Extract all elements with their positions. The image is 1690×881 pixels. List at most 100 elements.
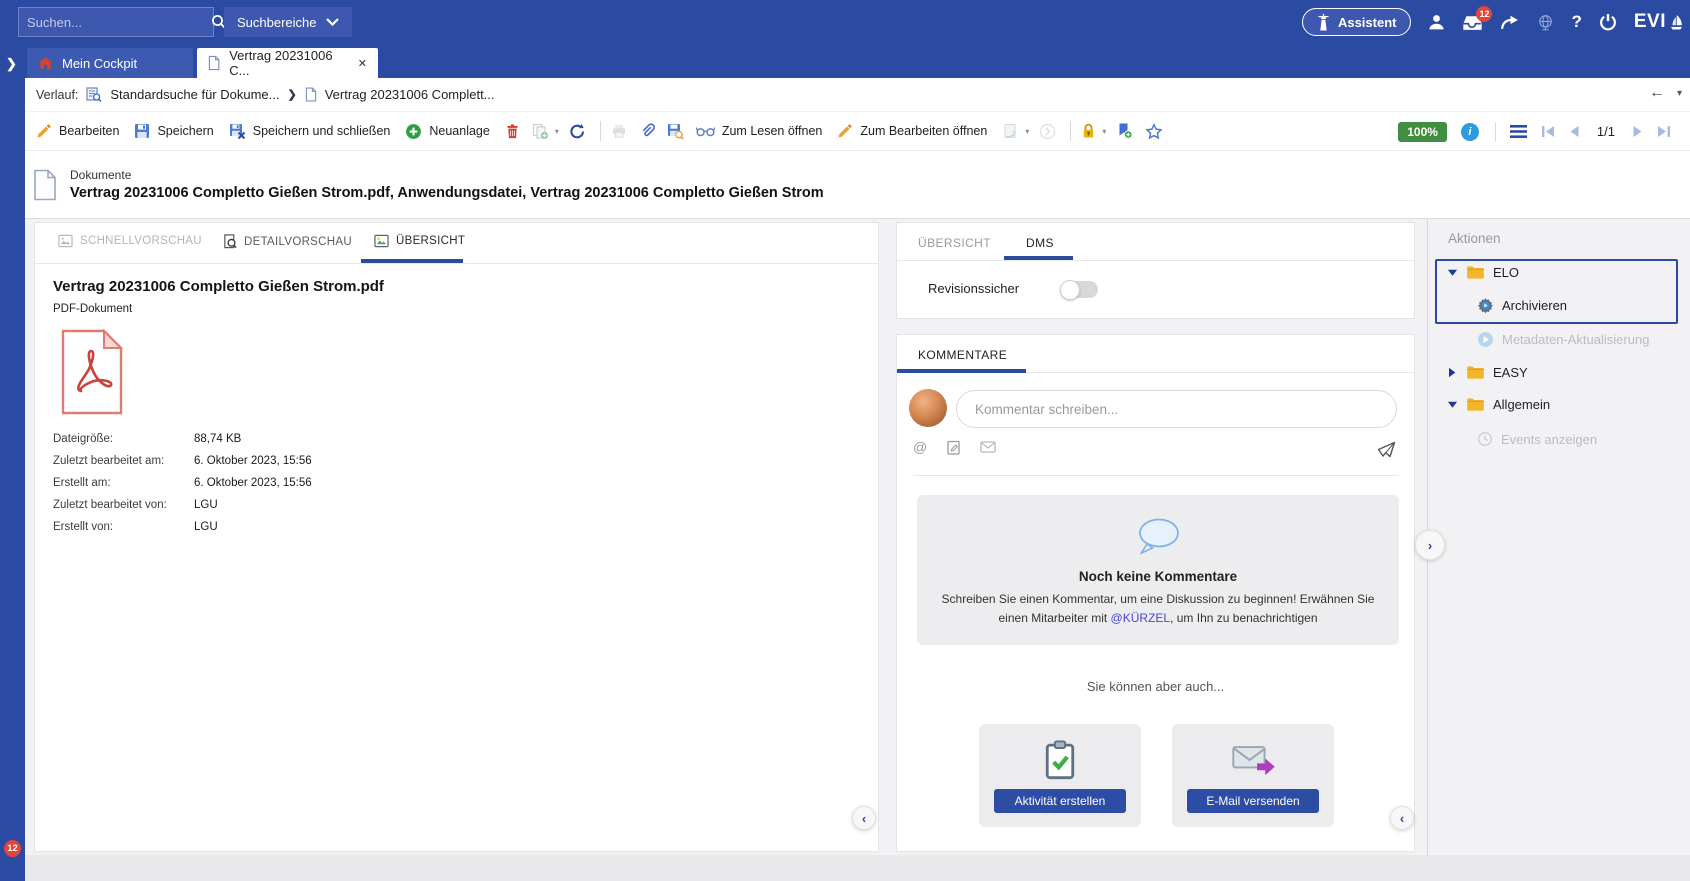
- file-metadata: Dateigröße:88,74 KB Zuletzt bearbeitet a…: [53, 428, 312, 538]
- empty-state-title: Noch keine Kommentare: [1079, 569, 1237, 584]
- email-card: E-Mail versenden: [1172, 724, 1334, 827]
- breadcrumb-item-search[interactable]: Standardsuche für Dokume...: [110, 87, 279, 102]
- page-flip-icon: [1002, 123, 1019, 139]
- search-scope-label: Suchbereiche: [237, 15, 317, 30]
- previous-page-icon[interactable]: [1569, 125, 1579, 138]
- tab-uebersicht-active[interactable]: ÜBERSICHT: [374, 234, 465, 248]
- bookmark-add-icon[interactable]: [1116, 122, 1133, 140]
- save-search-icon[interactable]: [667, 123, 684, 140]
- neuanlage-label: Neuanlage: [429, 124, 489, 138]
- aktivitaet-erstellen-button[interactable]: Aktivität erstellen: [994, 789, 1126, 813]
- actions-panel-title: Aktionen: [1448, 231, 1501, 246]
- assistant-button[interactable]: Assistent: [1302, 8, 1412, 36]
- expand-actions-panel-button[interactable]: ›: [1415, 530, 1445, 560]
- comment-tools: @: [913, 439, 996, 455]
- email-versenden-button[interactable]: E-Mail versenden: [1187, 789, 1319, 813]
- revisionssicher-toggle[interactable]: [1061, 281, 1098, 298]
- tab-close-icon[interactable]: ✕: [358, 57, 367, 70]
- first-page-icon[interactable]: [1541, 125, 1555, 138]
- document-title: Vertrag 20231006 Completto Gießen Strom.…: [70, 185, 824, 201]
- copy-document-icon: [532, 123, 549, 140]
- search-scope-button[interactable]: Suchbereiche: [224, 7, 352, 37]
- chevron-down-icon: [326, 18, 339, 26]
- meta-value: LGU: [194, 499, 218, 511]
- meta-label: Dateigröße:: [53, 433, 194, 445]
- tree-item-easy[interactable]: EASY: [1446, 365, 1528, 380]
- collapse-comments-panel-button[interactable]: ‹: [1390, 806, 1414, 830]
- tree-item-archivieren[interactable]: Archivieren: [1477, 297, 1567, 314]
- bearbeiten-button[interactable]: Bearbeiten: [36, 123, 119, 139]
- refresh-icon[interactable]: [569, 123, 586, 140]
- share-redo-icon[interactable]: [1500, 15, 1520, 30]
- sidebar-expand-chevron-icon[interactable]: ❯: [6, 56, 17, 72]
- zum-lesen-oeffnen-button[interactable]: Zum Lesen öffnen: [696, 124, 823, 138]
- dms-tabs: ÜBERSICHT DMS: [897, 223, 1414, 261]
- comment-input[interactable]: [956, 390, 1397, 428]
- send-comment-icon[interactable]: [1377, 441, 1396, 458]
- meta-row: Erstellt von:LGU: [53, 516, 312, 538]
- file-title: Vertrag 20231006 Completto Gießen Strom.…: [53, 278, 384, 295]
- favorite-star-icon[interactable]: [1145, 123, 1163, 140]
- meta-value: LGU: [194, 521, 218, 533]
- tree-item-label: Allgemein: [1493, 397, 1550, 412]
- clock-event-icon: [1477, 431, 1493, 447]
- mention-link[interactable]: @KÜRZEL: [1111, 611, 1171, 625]
- page-flip-dropdown-icon[interactable]: ▾: [1025, 127, 1029, 136]
- tab-uebersicht-label: ÜBERSICHT: [396, 235, 465, 247]
- user-avatar[interactable]: [909, 389, 947, 427]
- tab-kommentare[interactable]: KOMMENTARE: [918, 348, 1007, 362]
- assistant-label: Assistent: [1338, 15, 1397, 30]
- email-icon[interactable]: [980, 441, 996, 453]
- last-page-icon[interactable]: [1657, 125, 1671, 138]
- history-dropdown-icon[interactable]: ▾: [1677, 88, 1682, 99]
- menu-hamburger-icon[interactable]: [1510, 125, 1527, 138]
- search-input[interactable]: [19, 15, 211, 30]
- globe-icon: [1537, 14, 1554, 31]
- lock-icon[interactable]: [1081, 123, 1096, 139]
- logout-power-icon[interactable]: [1599, 13, 1617, 31]
- collapse-triangle-icon[interactable]: [1446, 400, 1458, 409]
- comments-panel: KOMMENTARE @ Noch keine Kommentare: [896, 334, 1415, 852]
- collapse-triangle-icon[interactable]: [1446, 268, 1458, 277]
- overview-icon: [374, 234, 389, 248]
- tree-item-label: Archivieren: [1502, 298, 1567, 313]
- attachment-paperclip-icon[interactable]: [639, 123, 655, 139]
- copy-dropdown-icon[interactable]: ▾: [555, 127, 559, 136]
- collapse-preview-panel-button[interactable]: ‹: [852, 806, 876, 830]
- content-area: SCHNELLVORSCHAU DETAILVORSCHAU ÜBERSICHT…: [25, 218, 1690, 855]
- tab-document-active[interactable]: Vertrag 20231006 C... ✕: [197, 48, 378, 78]
- breadcrumb-item-document[interactable]: Vertrag 20231006 Complett...: [325, 87, 495, 102]
- tab-dms-active[interactable]: DMS: [1026, 236, 1054, 250]
- topbar: Suchbereiche Assistent 12 ? EVI: [0, 0, 1690, 44]
- document-icon: [208, 55, 220, 71]
- pencil-icon: [837, 123, 853, 139]
- home-icon: [38, 56, 53, 70]
- speichern-und-schliessen-button[interactable]: Speichern und schließen: [229, 123, 391, 140]
- tab-dms-uebersicht[interactable]: ÜBERSICHT: [918, 236, 991, 250]
- tree-item-allgemein[interactable]: Allgemein: [1446, 397, 1550, 412]
- user-icon[interactable]: [1428, 14, 1445, 30]
- speichern-button[interactable]: Speichern: [134, 123, 213, 139]
- history-back-icon[interactable]: ←: [1649, 85, 1665, 101]
- expand-triangle-icon[interactable]: [1446, 367, 1458, 378]
- mention-icon[interactable]: @: [913, 439, 927, 455]
- note-icon[interactable]: [947, 440, 960, 455]
- clipboard-check-icon: [1043, 739, 1077, 781]
- tab-schnellvorschau[interactable]: SCHNELLVORSCHAU: [58, 234, 202, 248]
- tab-mein-cockpit[interactable]: Mein Cockpit: [27, 48, 193, 78]
- lock-dropdown-icon[interactable]: ▾: [1102, 127, 1106, 136]
- next-page-icon[interactable]: [1633, 125, 1643, 138]
- info-icon[interactable]: i: [1461, 123, 1479, 141]
- inbox-icon[interactable]: 12: [1462, 14, 1483, 31]
- pager: 1/1: [1541, 124, 1671, 139]
- help-icon[interactable]: ?: [1571, 12, 1581, 32]
- delete-trash-icon[interactable]: [505, 123, 520, 140]
- meta-row: Zuletzt bearbeitet von:LGU: [53, 494, 312, 516]
- brand-logo: EVI: [1634, 11, 1684, 33]
- revisionssicher-label: Revisionssicher: [928, 281, 1019, 296]
- zum-bearbeiten-oeffnen-button[interactable]: Zum Bearbeiten öffnen: [837, 123, 987, 139]
- tree-item-elo[interactable]: ELO: [1446, 265, 1519, 280]
- neuanlage-button[interactable]: Neuanlage: [405, 123, 489, 140]
- sidebar-notification-badge[interactable]: 12: [4, 840, 21, 857]
- tab-detailvorschau[interactable]: DETAILVORSCHAU: [223, 234, 352, 249]
